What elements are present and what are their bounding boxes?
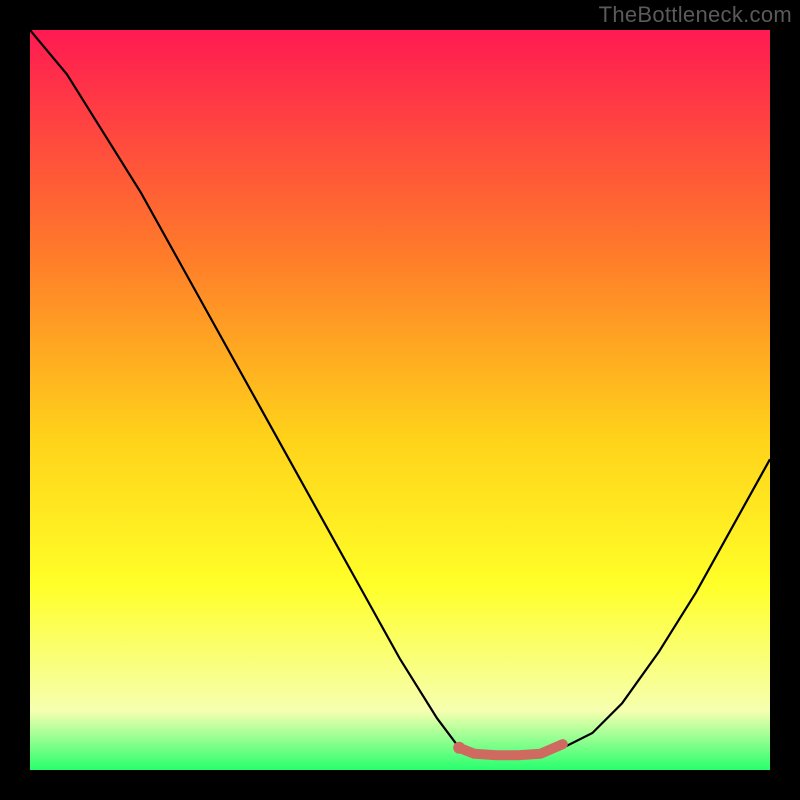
plot-area [30, 30, 770, 770]
watermark-text: TheBottleneck.com [599, 2, 792, 28]
bottleneck-chart [30, 30, 770, 770]
optimal-range-start-dot [453, 742, 465, 754]
chart-frame: TheBottleneck.com [0, 0, 800, 800]
